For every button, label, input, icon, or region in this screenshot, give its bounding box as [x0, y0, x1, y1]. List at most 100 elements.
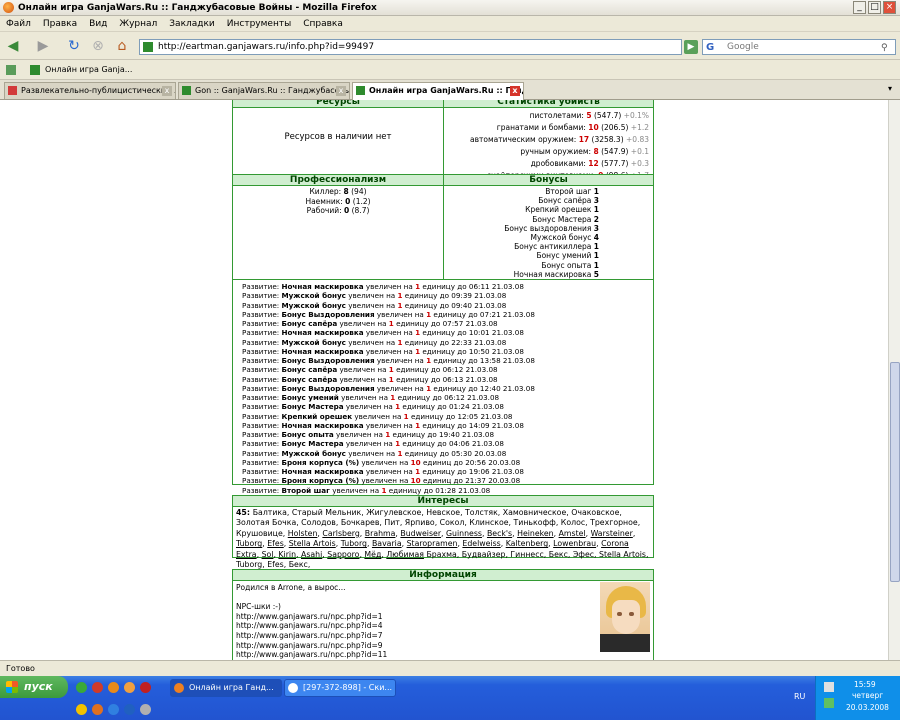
taskbar-firefox-button[interactable]: Онлайн игра Ганд... [170, 679, 282, 697]
kill-pct: (547.9) [598, 147, 631, 156]
quicklaunch-icon[interactable] [124, 682, 135, 693]
interest-link[interactable]: Sol [262, 550, 274, 559]
log-tail: единицу до 06:12 21.03.08 [395, 393, 500, 402]
log-tail: единицу до 07:21 21.03.08 [431, 309, 535, 319]
kill-label: пистолетами: [529, 111, 587, 120]
log-tail: единицу до 06:13 21.03.08 [393, 374, 498, 384]
interest-link[interactable]: Tuborg [341, 539, 367, 548]
tab-list-icon[interactable]: ▾ [888, 84, 892, 93]
bookmark-add-icon[interactable] [6, 64, 16, 75]
url-input[interactable]: http://eartman.ganjawars.ru/info.php?id=… [139, 39, 682, 55]
quicklaunch-icon[interactable] [92, 704, 103, 715]
tray-icon[interactable] [824, 698, 834, 708]
bookmark-item[interactable]: Онлайн игра Ganja... [45, 65, 132, 74]
stop-icon[interactable]: ⊗ [90, 37, 106, 55]
log-tail: единицу до 10:50 21.03.08 [420, 346, 524, 356]
interest-link[interactable]: Kirin [278, 550, 296, 559]
tab-2[interactable]: Gon :: GanjaWars.Ru :: Ганджубасовые ...… [178, 82, 350, 99]
go-arrow-icon[interactable]: ▶ [684, 40, 698, 54]
interest-link[interactable]: Warsteiner [591, 529, 633, 538]
prof-cell: Профессионализм Киллер: 8 (94) Наемник: 0… [232, 174, 444, 280]
vertical-scrollbar[interactable] [888, 100, 900, 660]
tab-close-icon[interactable]: x [336, 86, 346, 96]
quicklaunch-icon[interactable] [140, 704, 151, 715]
info-line[interactable]: http://www.ganjawars.ru/npc.php?id=1 [236, 612, 650, 622]
menu-tools[interactable]: Инструменты [227, 19, 291, 29]
log-line: Развитие: Бонус сапёра увеличен на 1 еди… [242, 365, 653, 374]
info-line[interactable]: http://www.ganjawars.ru/npc.php?id=9 [236, 641, 650, 651]
interest-link[interactable]: Brahma [365, 529, 396, 538]
minimize-button[interactable]: _ [853, 1, 866, 14]
interest-link[interactable]: Beck's [487, 529, 512, 538]
bonus-label: Бонус сапёра [538, 196, 594, 206]
interest-link[interactable]: Kaltenberg [506, 539, 548, 548]
home-icon[interactable]: ⌂ [114, 37, 130, 55]
interest-link[interactable]: Любимая [386, 550, 424, 559]
bookmark-favicon-icon [30, 64, 40, 75]
reload-icon[interactable]: ↻ [66, 37, 82, 55]
interest-link[interactable]: Holsten [288, 529, 318, 538]
tab-close-icon[interactable]: x [510, 86, 520, 96]
info-line[interactable]: http://www.ganjawars.ru/npc.php?id=11 [236, 650, 650, 660]
interest-link[interactable]: Guinness [446, 529, 482, 538]
maximize-button[interactable]: □ [868, 1, 881, 14]
log-bonus: Бонус умений [281, 393, 339, 402]
info-line[interactable]: http://www.ganjawars.ru/npc.php?id=7 [236, 631, 650, 641]
menu-help[interactable]: Справка [303, 19, 343, 29]
magnifier-icon[interactable]: ⚲ [881, 41, 888, 55]
tab-1[interactable]: Развлекательно-публицистический ... x [4, 82, 176, 99]
quicklaunch-icon[interactable] [76, 682, 87, 693]
interest-link[interactable]: Budweiser [400, 529, 441, 538]
quicklaunch-icon[interactable] [140, 682, 151, 693]
interest-link[interactable]: Bavaria [372, 539, 402, 548]
lang-indicator[interactable]: RU [794, 692, 805, 701]
kill-count: 10 [588, 123, 599, 132]
interest-link[interactable]: Sapporo [327, 550, 359, 559]
interest-link[interactable]: Efes [267, 539, 284, 548]
back-icon[interactable]: ◀ [4, 37, 22, 55]
menu-file[interactable]: Файл [6, 19, 31, 29]
quicklaunch-icon[interactable] [92, 682, 103, 693]
log-line: Развитие: Мужской бонус увеличен на 1 ед… [242, 338, 653, 347]
quicklaunch-icon[interactable] [76, 704, 87, 715]
interest-link[interactable]: Edelweiss [462, 539, 500, 548]
log-bonus: Второй шаг [281, 485, 330, 495]
menu-view[interactable]: Вид [89, 19, 107, 29]
kill-label: ручным оружием: [520, 147, 594, 156]
kill-label: гранатами и бомбами: [496, 123, 589, 132]
tray-icon[interactable] [824, 682, 834, 692]
tab-3-active[interactable]: Онлайн игра GanjaWars.Ru :: Ганд... x [352, 82, 524, 100]
interest-link[interactable]: Amstel [559, 529, 586, 538]
log-bonus: Мужской бонус [281, 291, 346, 301]
forward-icon[interactable]: ▶ [34, 37, 52, 55]
menu-bookmarks[interactable]: Закладки [169, 19, 215, 29]
log-bonus: Ночная маскировка [281, 282, 364, 291]
quicklaunch-icon[interactable] [108, 682, 119, 693]
interest-link[interactable]: Stella Artois [289, 539, 336, 548]
tab-close-icon[interactable]: x [162, 86, 172, 96]
interest-link[interactable]: Tuborg [236, 539, 262, 548]
development-log: Развитие: Ночная маскировка увеличен на … [232, 279, 654, 504]
search-input[interactable]: G Google ⚲ [702, 39, 896, 55]
taskbar-skype-button[interactable]: [297-372-898] - Ски... [284, 679, 396, 697]
quicklaunch-icon[interactable] [124, 704, 135, 715]
interest-link[interactable]: Мёд [364, 550, 381, 559]
start-button[interactable]: пуск [0, 676, 68, 698]
interest-link[interactable]: Lowenbrau [553, 539, 596, 548]
scrollbar-thumb[interactable] [890, 362, 900, 582]
interest-link[interactable]: Asahi [301, 550, 322, 559]
menu-history[interactable]: Журнал [119, 19, 157, 29]
clock-time[interactable]: 15:59 [854, 680, 876, 689]
info-line[interactable]: http://www.ganjawars.ru/npc.php?id=4 [236, 621, 650, 631]
interest-link[interactable]: Staropramen [407, 539, 458, 548]
kill-extra: +1.2 [630, 123, 649, 132]
interest-link[interactable]: Heineken [517, 529, 554, 538]
menu-edit[interactable]: Правка [43, 19, 77, 29]
close-button[interactable]: × [883, 1, 896, 14]
log-bonus: Ночная маскировка [281, 467, 364, 476]
log-bonus: Бонус сапёра [281, 365, 338, 375]
bonus-label: Ночная маскировка [513, 269, 594, 279]
quicklaunch-icon[interactable] [108, 704, 119, 715]
log-bonus: Бонус опыта [281, 430, 334, 439]
interest-link[interactable]: Carlsberg [322, 529, 359, 538]
